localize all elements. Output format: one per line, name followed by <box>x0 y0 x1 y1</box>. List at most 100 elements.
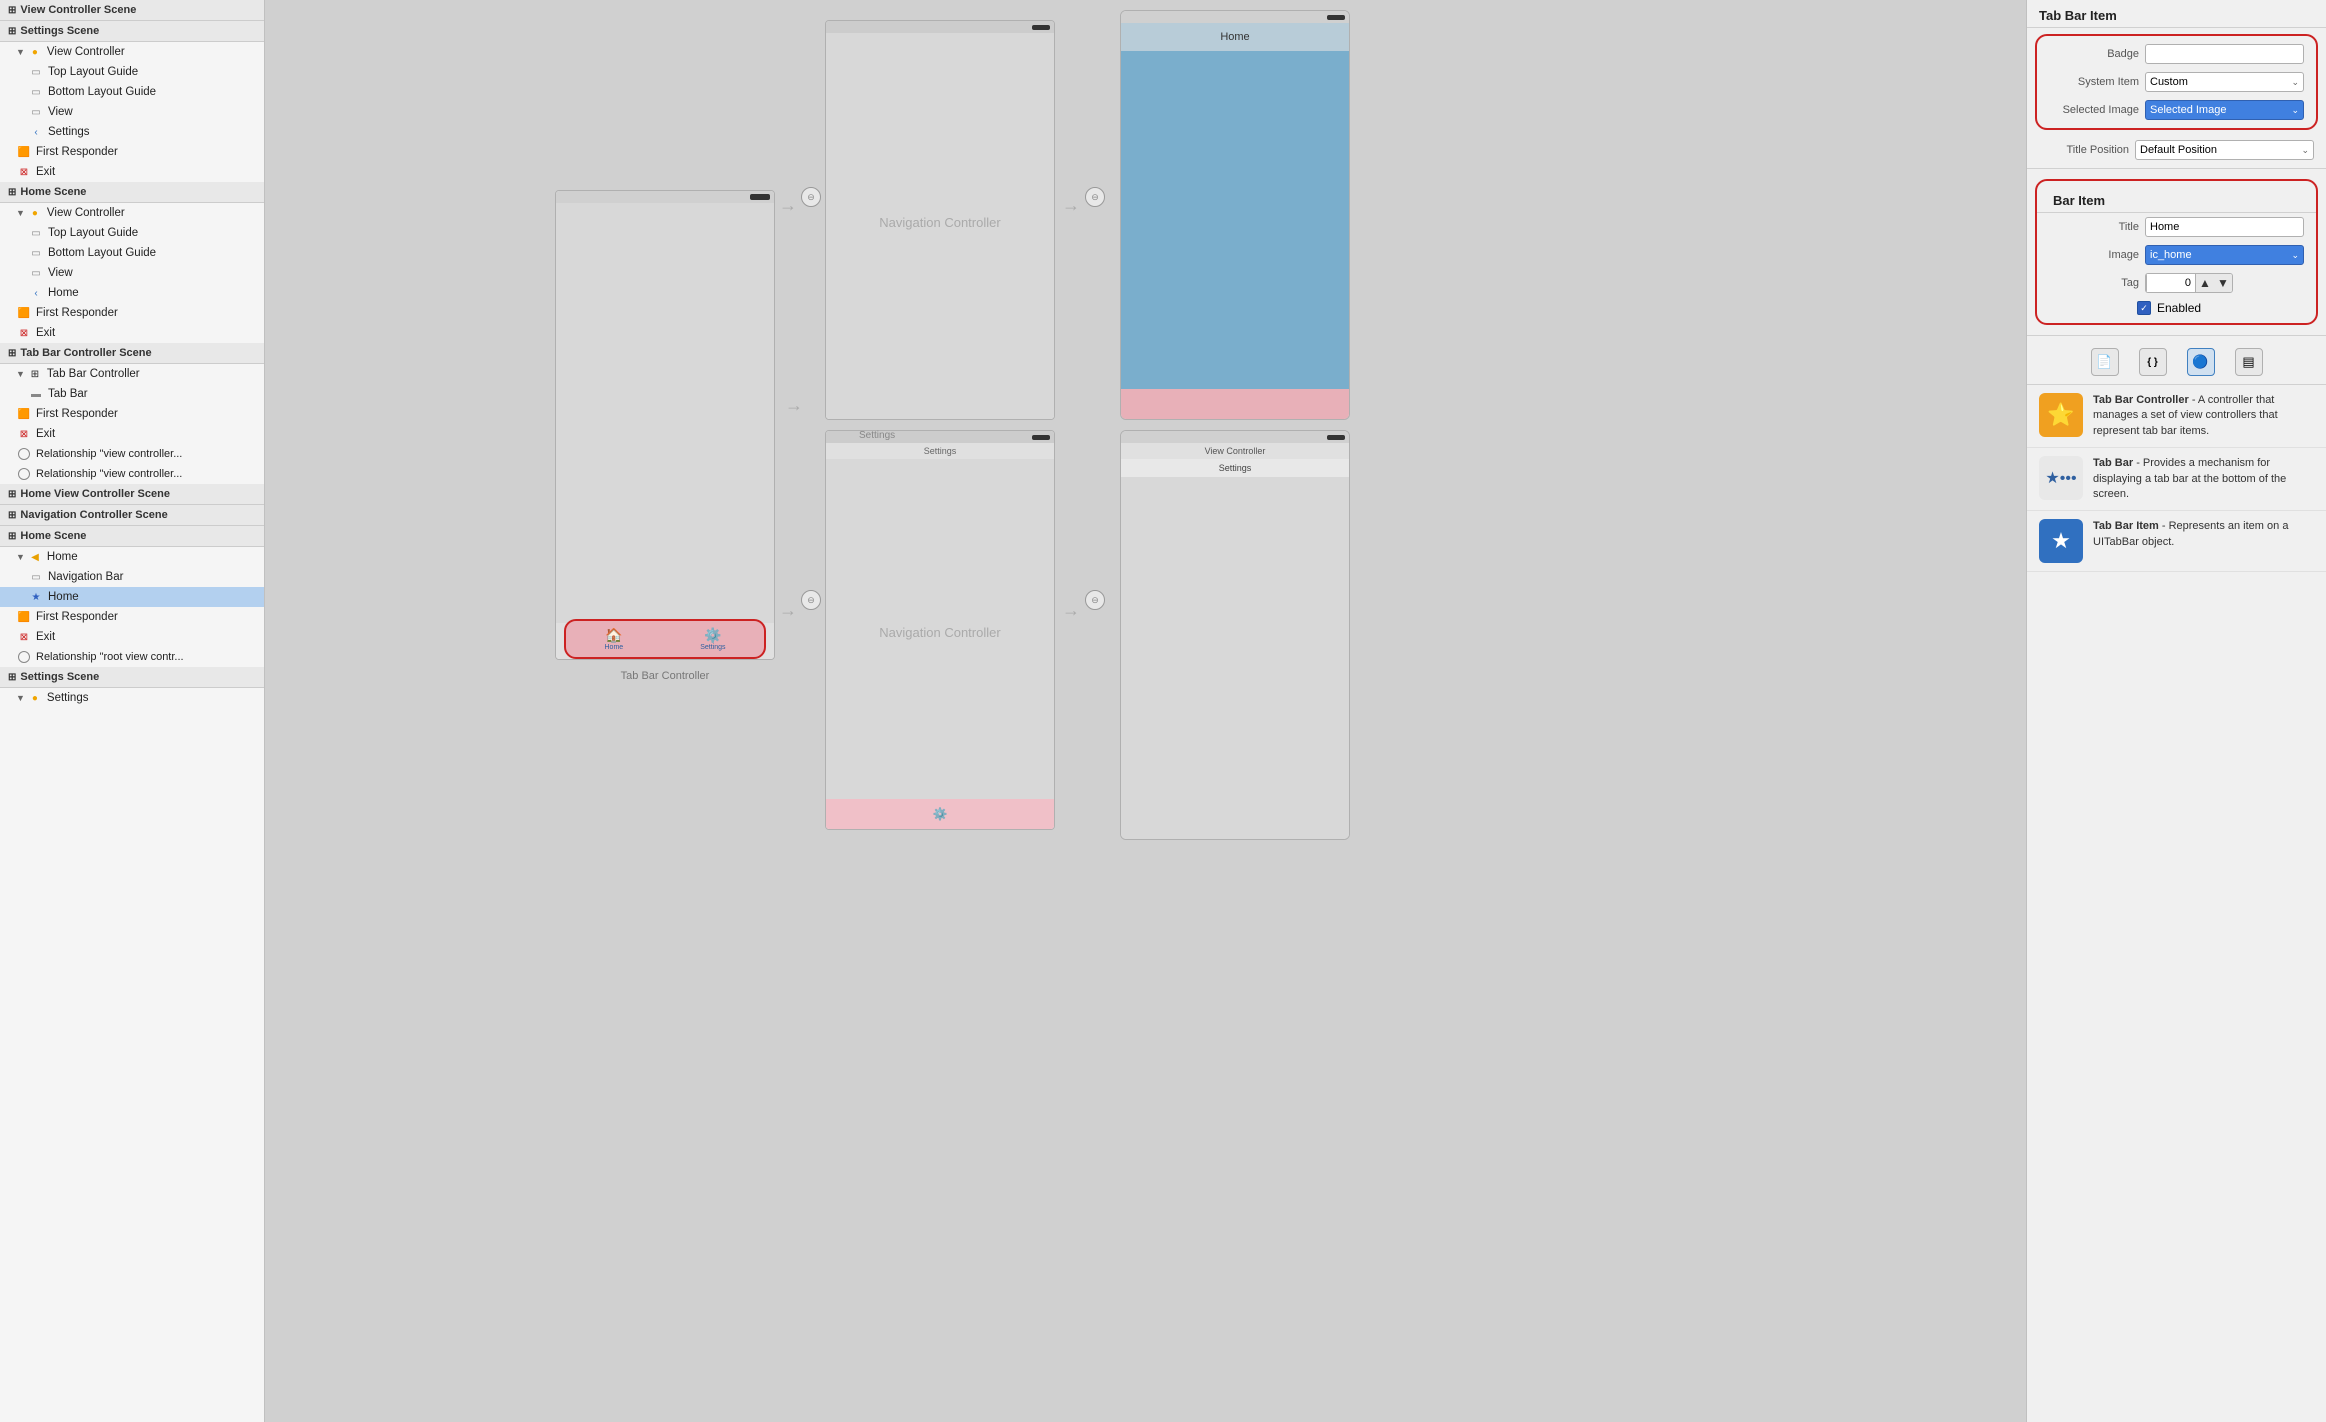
form-row-tag: Tag 0 ▲ ▼ <box>2037 269 2316 297</box>
help-icon-tbi: ★ <box>2039 519 2083 563</box>
help-icon-tabbar: ★••• <box>2039 456 2083 500</box>
scene-icon-navctr: ⊞ <box>8 510 16 521</box>
form-row-system-item: System Item Custom ⌄ <box>2037 68 2316 96</box>
tree-item-tabbar-rel1[interactable]: Relationship "view controller... <box>0 444 264 464</box>
tree-item-home2-exit[interactable]: ⊠ Exit <box>0 627 264 647</box>
stepper-up[interactable]: ▲ <box>2196 274 2214 292</box>
arrow-h-1: → <box>779 195 797 216</box>
form-row-selected-image: Selected Image Selected Image ⌄ <box>2037 96 2316 124</box>
scene-icon-homevc: ⊞ <box>8 489 16 500</box>
nav-ctrl-label-1: Navigation Controller <box>825 215 1055 230</box>
tree-item-settings-firstresponder[interactable]: 🟧 First Responder <box>0 142 264 162</box>
bottom-tab-table[interactable]: ▤ <box>2235 348 2263 376</box>
tree-item-tabbar-controller[interactable]: ▼ ⊞ Tab Bar Controller <box>0 364 264 384</box>
icon-rect-home1-top: ▭ <box>28 225 44 241</box>
tree-item-home1-vc[interactable]: ▼ ● View Controller <box>0 203 264 223</box>
tree-item-home1-exit[interactable]: ⊠ Exit <box>0 323 264 343</box>
tree-item-home1-view[interactable]: ▭ View <box>0 263 264 283</box>
icon-rect-home1-bottom: ▭ <box>28 245 44 261</box>
bottom-tab-file[interactable]: 📄 <box>2091 348 2119 376</box>
scene-icon-settings2: ⊞ <box>8 672 16 683</box>
icon-yellow-home2: ◀ <box>27 549 43 565</box>
tree-item-home2-home[interactable]: ▼ ◀ Home <box>0 547 264 567</box>
help-text-tbc: Tab Bar Controller - A controller that m… <box>2093 393 2314 439</box>
badge-input[interactable] <box>2145 44 2304 64</box>
icon-rect-navbar: ▭ <box>28 569 44 585</box>
vc-nav-title: View Controller <box>1121 443 1349 459</box>
tree-item-home1-top-layout[interactable]: ▭ Top Layout Guide <box>0 223 264 243</box>
tab-item-home-tbc: 🏠 Home <box>605 627 624 651</box>
arrow-h-4: → <box>1062 600 1080 621</box>
tree-item-home2-homestar[interactable]: ★ Home <box>0 587 264 607</box>
nav-ctrl-label-2: Navigation Controller <box>825 625 1055 640</box>
icon-rect-view-s: ▭ <box>28 104 44 120</box>
tree-item-settings-view[interactable]: ▭ View <box>0 102 264 122</box>
divider-2 <box>2027 335 2326 336</box>
help-item-tab-bar: ★••• Tab Bar - Provides a mechanism for … <box>2027 448 2326 511</box>
icon-yellow-home1: ● <box>27 205 43 221</box>
tree-item-settings2-vc[interactable]: ▼ ● Settings <box>0 688 264 708</box>
settings-nav-bar: Settings <box>826 443 1054 459</box>
help-item-tab-bar-item: ★ Tab Bar Item - Represents an item on a… <box>2027 511 2326 572</box>
scene-icon-settings: ⊞ <box>8 26 16 37</box>
scene-header-settings-scene-2: ⊞ Settings Scene <box>0 667 264 688</box>
icon-circle-rel1 <box>16 446 32 462</box>
tree-item-tabbar-rel2[interactable]: Relationship "view controller... <box>0 464 264 484</box>
tree-item-tabbar-exit[interactable]: ⊠ Exit <box>0 424 264 444</box>
icon-tabbar-ctrl: ⊞ <box>27 366 43 382</box>
icon-rect-bottom: ▭ <box>28 84 44 100</box>
icon-tabbar-bar: ▬ <box>28 386 44 402</box>
home-nav-title: Home <box>1220 31 1249 43</box>
badge-label: Badge <box>2049 48 2139 60</box>
selected-image-label: Selected Image <box>2049 104 2139 116</box>
scene-icon-vc: ⊞ <box>8 5 16 16</box>
title-input[interactable]: Home <box>2145 217 2304 237</box>
tree-item-settings-vc[interactable]: ▼ ● View Controller <box>0 42 264 62</box>
tree-item-home1-firstresponder[interactable]: 🟧 First Responder <box>0 303 264 323</box>
enabled-checkbox[interactable]: ✓ <box>2137 301 2151 315</box>
tree-item-home1-back[interactable]: ‹ Home <box>0 283 264 303</box>
enabled-row: ✓ Enabled <box>2037 297 2316 319</box>
tree-item-settings-top-layout[interactable]: ▭ Top Layout Guide <box>0 62 264 82</box>
form-row-title-position: Title Position Default Position ⌄ <box>2027 136 2326 164</box>
tree-item-settings-back[interactable]: ‹ Settings <box>0 122 264 142</box>
scene-icon-home1: ⊞ <box>8 187 16 198</box>
tree-item-tabbar-firstresponder[interactable]: 🟧 First Responder <box>0 404 264 424</box>
selected-image-select[interactable]: Selected Image ⌄ <box>2145 100 2304 120</box>
tab-bar-controller-label: Tab Bar Controller <box>560 670 770 682</box>
system-item-arrow: ⌄ <box>2291 77 2299 88</box>
title-position-select[interactable]: Default Position ⌄ <box>2135 140 2314 160</box>
scene-icon-tabbar: ⊞ <box>8 348 16 359</box>
bottom-tab-circle[interactable]: 🔵 <box>2187 348 2215 376</box>
tab-item-settings-tbc: ⚙️ Settings <box>700 627 725 651</box>
home-phone-frame: Home 🏠 Home <box>1120 10 1350 420</box>
stepper-down[interactable]: ▼ <box>2214 274 2232 292</box>
tag-stepper[interactable]: 0 ▲ ▼ <box>2145 273 2233 293</box>
scene-header-tabbar: ⊞ Tab Bar Controller Scene <box>0 343 264 364</box>
icon-back-home1: ‹ <box>28 285 44 301</box>
tree-item-home2-rel[interactable]: Relationship "root view contr... <box>0 647 264 667</box>
connector-2: ⊖ <box>1085 187 1105 207</box>
title-position-label: Title Position <box>2039 144 2129 156</box>
icon-back-settings: ‹ <box>28 124 44 140</box>
image-label: Image <box>2049 249 2139 261</box>
selected-image-arrow: ⌄ <box>2291 105 2299 116</box>
icon-yellow-settings2: ● <box>27 690 43 706</box>
tag-value: 0 <box>2146 274 2196 292</box>
tree-item-settings-bottom-layout[interactable]: ▭ Bottom Layout Guide <box>0 82 264 102</box>
bottom-tab-code[interactable]: { } <box>2139 348 2167 376</box>
icon-orange-settings: 🟧 <box>16 144 32 160</box>
sidebar: ⊞ View Controller Scene ⊞ Settings Scene… <box>0 0 265 1422</box>
system-item-select[interactable]: Custom ⌄ <box>2145 72 2304 92</box>
panel-tab-bar-item-title: Tab Bar Item <box>2027 0 2326 28</box>
tree-item-home2-navbar[interactable]: ▭ Navigation Bar <box>0 567 264 587</box>
tag-label: Tag <box>2049 277 2139 289</box>
tree-item-settings-exit[interactable]: ⊠ Exit <box>0 162 264 182</box>
tree-item-home2-firstresponder[interactable]: 🟧 First Responder <box>0 607 264 627</box>
tree-item-tabbar-bar[interactable]: ▬ Tab Bar <box>0 384 264 404</box>
image-select[interactable]: ic_home ⌄ <box>2145 245 2304 265</box>
arrow-h-2: → <box>1062 195 1080 216</box>
tree-item-home1-bottom-layout[interactable]: ▭ Bottom Layout Guide <box>0 243 264 263</box>
scene-icon-home2: ⊞ <box>8 531 16 542</box>
scene-header-home-scene-2: ⊞ Home Scene <box>0 526 264 547</box>
